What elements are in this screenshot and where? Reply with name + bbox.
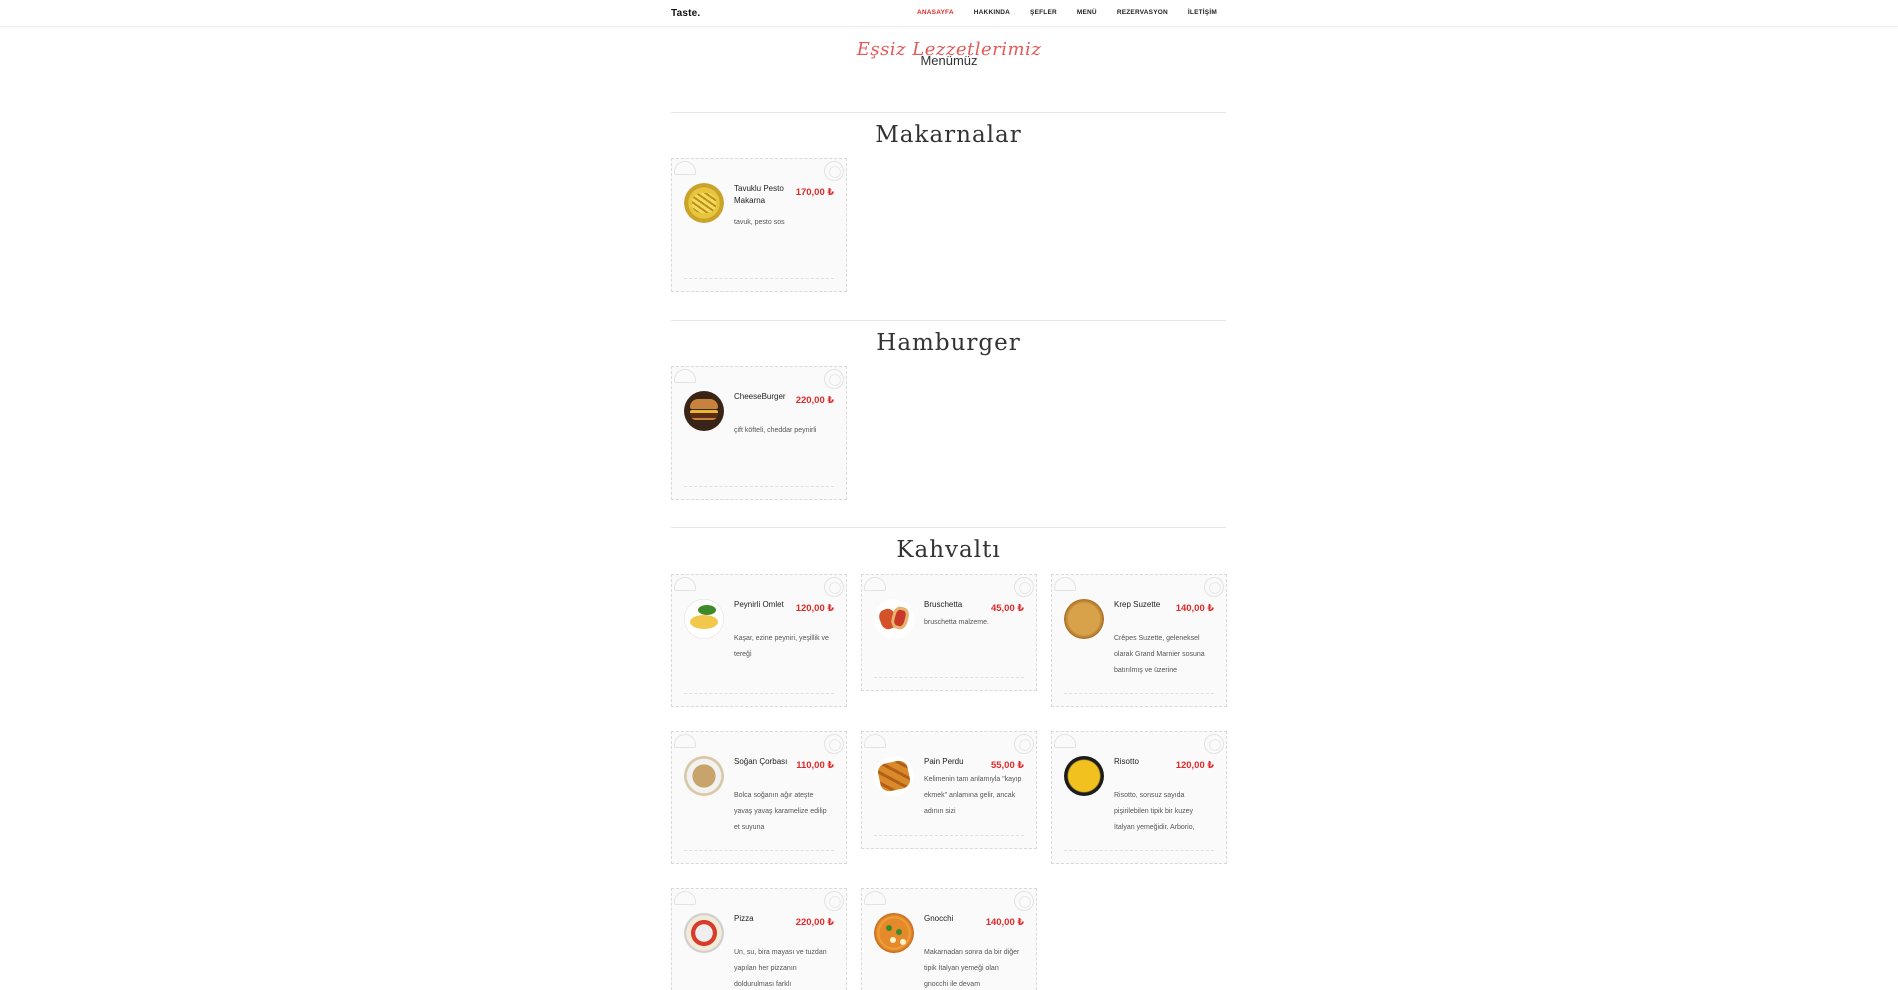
card-divider	[684, 850, 834, 851]
section-title: Hamburger	[876, 330, 1021, 356]
nav-item-hakkinda[interactable]: HAKKINDA	[974, 9, 1010, 16]
decorative-plate-icon	[824, 734, 844, 754]
menu-item-price: 120,00 ₺	[795, 603, 834, 614]
menu-card[interactable]: Bruschetta 45,00 ₺ bruschetta malzeme.	[861, 574, 1037, 691]
menu-item-name: Krep Suzette	[1114, 600, 1161, 609]
menu-item-description: bruschetta malzeme.	[924, 619, 989, 626]
menu-item-name: Tavuklu Pesto Makarna	[734, 184, 784, 205]
menu-card[interactable]: CheeseBurger 220,00 ₺ çift köfteli, ched…	[671, 366, 847, 500]
page-title: Menümüz	[920, 53, 978, 68]
decorative-dish-icon	[674, 161, 696, 175]
menu-card[interactable]: Tavuklu Pesto Makarna 170,00 ₺ tavuk, pe…	[671, 158, 847, 292]
gnocchi-icon	[874, 913, 914, 953]
nav-item-iletisim[interactable]: İLETİŞİM	[1188, 9, 1217, 16]
decorative-plate-icon	[824, 161, 844, 181]
main-nav: ANASAYFA HAKKINDA ŞEFLER MENÜ REZERVASYO…	[917, 9, 1237, 16]
decorative-dish-icon	[864, 577, 886, 591]
decorative-dish-icon	[1054, 577, 1076, 591]
card-divider	[1064, 693, 1214, 694]
menu-item-price: 220,00 ₺	[795, 917, 834, 928]
pizza-icon	[684, 913, 724, 953]
risotto-icon	[1064, 756, 1104, 796]
crepe-icon	[1064, 599, 1104, 639]
decorative-dish-icon	[674, 891, 696, 905]
section-title: Makarnalar	[875, 122, 1022, 148]
section-divider	[671, 527, 1226, 528]
card-divider	[684, 486, 834, 487]
nav-item-rezervasyon[interactable]: REZERVASYON	[1117, 9, 1168, 16]
menu-item-price: 110,00 ₺	[796, 760, 834, 771]
section-divider	[671, 112, 1226, 113]
decorative-plate-icon	[1204, 577, 1224, 597]
menu-card[interactable]: Risotto 120,00 ₺ Risotto, sonsuz sayıda …	[1051, 731, 1227, 864]
menu-item-name: CheeseBurger	[734, 392, 786, 401]
card-divider	[684, 278, 834, 279]
menu-card[interactable]: Krep Suzette 140,00 ₺ Crêpes Suzette, ge…	[1051, 574, 1227, 707]
menu-item-price: 140,00 ₺	[1175, 603, 1214, 614]
decorative-plate-icon	[1204, 734, 1224, 754]
card-divider	[874, 677, 1024, 678]
decorative-dish-icon	[864, 734, 886, 748]
nav-item-anasayfa[interactable]: ANASAYFA	[917, 9, 954, 16]
bruschetta-icon	[874, 599, 914, 639]
menu-card[interactable]: Soğan Çorbası 110,00 ₺ Bolca soğanın ağı…	[671, 731, 847, 864]
burger-icon	[684, 391, 724, 431]
menu-item-description: Crêpes Suzette, geleneksel olarak Grand …	[1114, 635, 1205, 674]
menu-item-description: Bolca soğanın ağır ateşte yavaş yavaş ka…	[734, 792, 827, 831]
menu-item-description: çift köfteli, cheddar peynirli	[734, 427, 817, 434]
menu-item-name: Pizza	[734, 914, 754, 923]
menu-item-description: Kaşar, ezine peyniri, yeşillik ve tereği	[734, 635, 829, 658]
decorative-plate-icon	[824, 577, 844, 597]
section-title: Kahvaltı	[896, 537, 1001, 563]
decorative-plate-icon	[824, 369, 844, 389]
card-divider	[874, 835, 1024, 836]
soup-icon	[684, 756, 724, 796]
french-toast-icon	[874, 756, 914, 796]
menu-item-name: Risotto	[1114, 757, 1139, 766]
menu-item-price: 120,00 ₺	[1175, 760, 1214, 771]
decorative-dish-icon	[864, 891, 886, 905]
brand-logo[interactable]: Taste.	[671, 8, 700, 19]
menu-card[interactable]: Gnocchi 140,00 ₺ Makarnadan sonra da bir…	[861, 888, 1037, 990]
menu-item-description: Risotto, sonsuz sayıda pişirilebilen tip…	[1114, 792, 1195, 831]
menu-item-price: 220,00 ₺	[795, 395, 834, 406]
menu-item-price: 140,00 ₺	[985, 917, 1024, 928]
decorative-dish-icon	[674, 577, 696, 591]
decorative-plate-icon	[1014, 734, 1034, 754]
pasta-icon	[684, 183, 724, 223]
card-divider	[1064, 850, 1214, 851]
decorative-plate-icon	[824, 891, 844, 911]
menu-item-name: Gnocchi	[924, 914, 954, 923]
decorative-plate-icon	[1014, 891, 1034, 911]
decorative-dish-icon	[674, 734, 696, 748]
nav-item-sefler[interactable]: ŞEFLER	[1030, 9, 1057, 16]
menu-item-description: Makarnadan sonra da bir diğer tipik İtal…	[924, 949, 1020, 988]
decorative-plate-icon	[1014, 577, 1034, 597]
nav-item-menu[interactable]: MENÜ	[1077, 9, 1097, 16]
menu-item-name: Peynirli Omlet	[734, 600, 784, 609]
menu-item-description: Un, su, bira mayası ve tuzdan yapılan he…	[734, 949, 827, 988]
menu-card[interactable]: Pain Perdu 55,00 ₺ Kelimenin tam anlamıy…	[861, 731, 1037, 849]
menu-card[interactable]: Peynirli Omlet 120,00 ₺ Kaşar, ezine pey…	[671, 574, 847, 707]
menu-item-name: Soğan Çorbası	[734, 757, 788, 766]
section-divider	[671, 320, 1226, 321]
menu-item-description: Kelimenin tam anlamıyla "kayıp ekmek" an…	[924, 776, 1022, 815]
omelet-icon	[684, 599, 724, 639]
menu-item-description: tavuk, pesto sos	[734, 219, 785, 226]
menu-card[interactable]: Pizza 220,00 ₺ Un, su, bira mayası ve tu…	[671, 888, 847, 990]
menu-item-price: 170,00 ₺	[795, 187, 834, 198]
top-navbar: Taste. ANASAYFA HAKKINDA ŞEFLER MENÜ REZ…	[0, 0, 1898, 27]
card-divider	[684, 693, 834, 694]
decorative-dish-icon	[674, 369, 696, 383]
decorative-dish-icon	[1054, 734, 1076, 748]
